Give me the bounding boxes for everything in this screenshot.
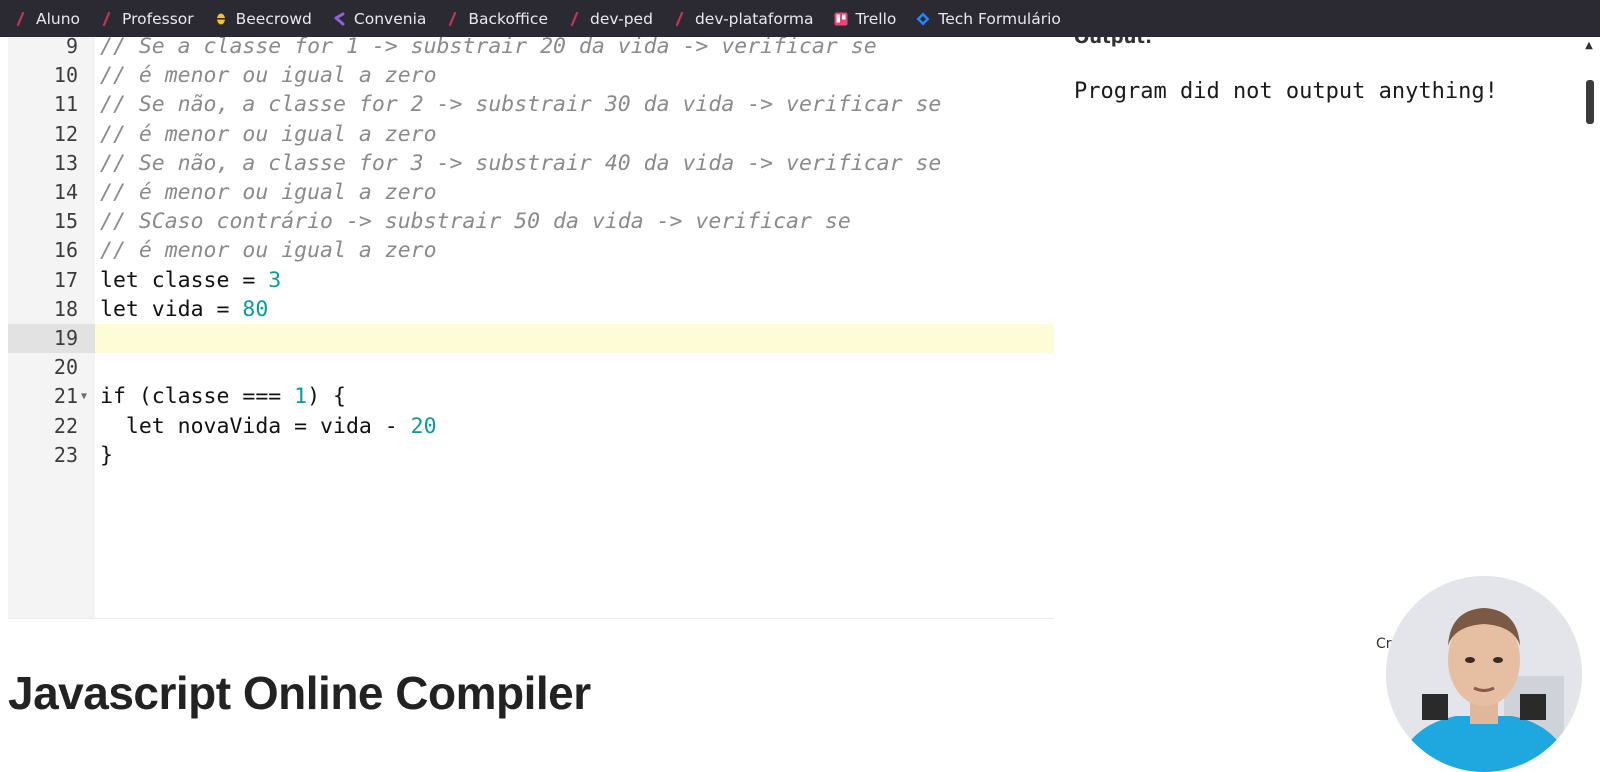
bookmark-tech-formul-rio[interactable]: Tech Formulário xyxy=(916,9,1061,28)
slash-icon xyxy=(14,11,28,26)
code-number: 80 xyxy=(242,296,269,322)
bookmark-dev-plataforma[interactable]: dev-plataforma xyxy=(673,10,814,28)
code-comment: // é menor ou igual a zero xyxy=(100,63,437,89)
bookmark-label: Beecrowd xyxy=(235,9,312,28)
bookmark-aluno[interactable]: Aluno xyxy=(14,10,80,28)
code-comment: // é menor ou igual a zero xyxy=(100,238,437,264)
code-line[interactable]: 19 xyxy=(8,324,1054,353)
code-token: ) { xyxy=(307,384,346,410)
bookmark-professor[interactable]: Professor xyxy=(100,10,194,28)
line-number: 22 xyxy=(53,413,78,438)
code-token: let classe = xyxy=(100,267,269,293)
trello-icon xyxy=(834,12,848,26)
bookmark-trello[interactable]: Trello xyxy=(834,9,897,28)
bookmarks-bar: Aluno Professor Beecrowd Convenia Backoffice… xyxy=(0,0,1600,37)
code-line[interactable]: 11 // Se não, a classe for 2 -> substrair… xyxy=(8,90,1054,119)
bookmark-label: dev-plataforma xyxy=(694,9,814,28)
code-line[interactable]: 23} xyxy=(8,441,1054,470)
presenter-avatar xyxy=(1386,576,1582,772)
line-number: 13 xyxy=(53,150,78,175)
code-line[interactable]: 13 // Se não, a classe for 3 -> substrair… xyxy=(8,149,1054,178)
line-number: 15 xyxy=(53,209,78,234)
code-line[interactable]: 18 let vida = 80 xyxy=(8,295,1054,324)
code-comment: // Se não, a classe for 3 -> substrair 4… xyxy=(100,150,942,176)
line-number: 10 xyxy=(53,63,78,88)
code-comment: // Se não, a classe for 2 -> substrair 3… xyxy=(100,92,942,118)
bookmark-beecrowd[interactable]: Beecrowd xyxy=(214,10,312,28)
line-number: 12 xyxy=(53,121,78,146)
code-text: } xyxy=(95,441,113,470)
convenia-icon xyxy=(332,12,346,26)
bookmark-label: Tech Formulário xyxy=(938,9,1061,28)
code-number: 3 xyxy=(268,267,282,293)
code-editor[interactable]: 9 // Se a classe for 1 -> substrair 20 da… xyxy=(8,37,1054,619)
line-number: 23 xyxy=(53,442,78,467)
code-token: if (classe === xyxy=(100,384,295,410)
code-comment: // é menor ou igual a zero xyxy=(100,180,437,205)
bookmark-label: Convenia xyxy=(353,9,427,28)
slash-icon xyxy=(568,11,582,26)
code-line[interactable]: 12 // é menor ou igual a zero xyxy=(8,120,1054,149)
code-token: let novaVida = vida - xyxy=(100,413,411,439)
page-heading: Javascript Online Compiler xyxy=(8,667,591,719)
output-panel: Output: Program did not output anything! xyxy=(1062,37,1582,619)
slash-icon xyxy=(100,11,114,26)
slash-icon xyxy=(673,11,687,26)
line-number: 17 xyxy=(53,267,78,292)
jira-icon xyxy=(916,12,930,26)
code-line[interactable]: 9 // Se a classe for 1 -> substrair 20 da… xyxy=(8,37,1054,61)
code-line[interactable]: 20 xyxy=(8,353,1054,382)
code-text: if (classe === 1) { xyxy=(95,382,346,411)
beecrowd-icon xyxy=(214,12,228,26)
code-token: } xyxy=(100,442,113,468)
code-line[interactable]: 22 let novaVida = vida - 20 xyxy=(8,412,1054,441)
code-text: let vida = 80 xyxy=(95,295,268,324)
bookmark-label: Backoffice xyxy=(468,9,548,28)
code-text: let novaVida = vida - 20 xyxy=(95,412,437,441)
code-line[interactable]: 16 // é menor ou igual a zero xyxy=(8,236,1054,265)
webcam-overlay xyxy=(1386,576,1582,772)
output-title: Output: xyxy=(1074,37,1153,48)
fold-arrow-icon[interactable]: ▼ xyxy=(78,382,90,411)
bookmark-label: dev-ped xyxy=(589,9,653,28)
code-comment: // Se a classe for 1 -> substrair 20 da … xyxy=(100,37,877,59)
code-line[interactable]: 17 let classe = 3 xyxy=(8,266,1054,295)
code-comment: // SCaso contrário -> substrair 50 da vi… xyxy=(100,209,851,235)
code-number: 20 xyxy=(410,413,437,439)
bookmark-label: Trello xyxy=(855,9,897,28)
slash-icon xyxy=(446,11,460,26)
bookmark-label: Professor xyxy=(122,9,194,28)
line-number: 20 xyxy=(53,355,78,380)
line-number: 14 xyxy=(53,180,78,204)
code-text: let classe = 3 xyxy=(95,266,281,295)
output-scrollbar-thumb[interactable] xyxy=(1586,80,1594,124)
scroll-up-arrow-icon[interactable]: ▲ xyxy=(1583,40,1595,54)
line-number: 11 xyxy=(53,92,78,117)
line-number: 19 xyxy=(8,324,95,353)
output-text: Program did not output anything! xyxy=(1074,79,1498,104)
code-line[interactable]: 21 ▼ if (classe === 1) { xyxy=(8,382,1054,411)
line-number: 16 xyxy=(53,238,78,263)
line-number: 9 xyxy=(65,37,78,58)
bookmark-backoffice[interactable]: Backoffice xyxy=(446,10,548,28)
code-token: let vida = xyxy=(100,296,243,322)
line-number: 18 xyxy=(53,296,78,321)
bookmark-dev-ped[interactable]: dev-ped xyxy=(568,10,653,28)
code-line[interactable]: 10 // é menor ou igual a zero xyxy=(8,61,1054,90)
code-number: 1 xyxy=(294,384,308,410)
code-line[interactable]: 15 // SCaso contrário -> substrair 50 da … xyxy=(8,207,1054,236)
code-comment: // é menor ou igual a zero xyxy=(100,121,437,147)
code-line[interactable]: 14 // é menor ou igual a zero xyxy=(8,178,1054,207)
bookmark-label: Aluno xyxy=(36,9,81,28)
bookmark-convenia[interactable]: Convenia xyxy=(332,10,426,28)
